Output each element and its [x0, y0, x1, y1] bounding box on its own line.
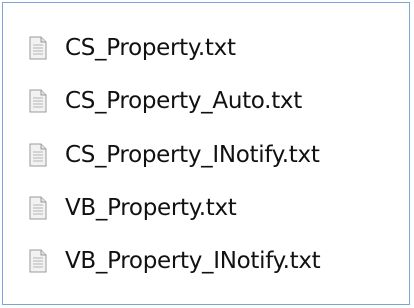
file-name: CS_Property_INotify.txt — [65, 142, 320, 168]
file-list-panel: CS_Property.txt CS_Property_Auto.txt CS_… — [2, 2, 410, 305]
file-item[interactable]: VB_Property.txt — [29, 190, 399, 226]
file-item[interactable]: CS_Property.txt — [29, 30, 399, 66]
text-file-icon — [29, 89, 47, 113]
file-name: VB_Property_INotify.txt — [65, 248, 321, 274]
text-file-icon — [29, 196, 47, 220]
file-name: VB_Property.txt — [65, 195, 237, 221]
file-name: CS_Property.txt — [65, 35, 236, 61]
file-item[interactable]: CS_Property_INotify.txt — [29, 137, 399, 173]
file-item[interactable]: CS_Property_Auto.txt — [29, 83, 399, 119]
file-name: CS_Property_Auto.txt — [65, 88, 302, 114]
file-item[interactable]: VB_Property_INotify.txt — [29, 243, 399, 279]
text-file-icon — [29, 249, 47, 273]
text-file-icon — [29, 36, 47, 60]
text-file-icon — [29, 143, 47, 167]
